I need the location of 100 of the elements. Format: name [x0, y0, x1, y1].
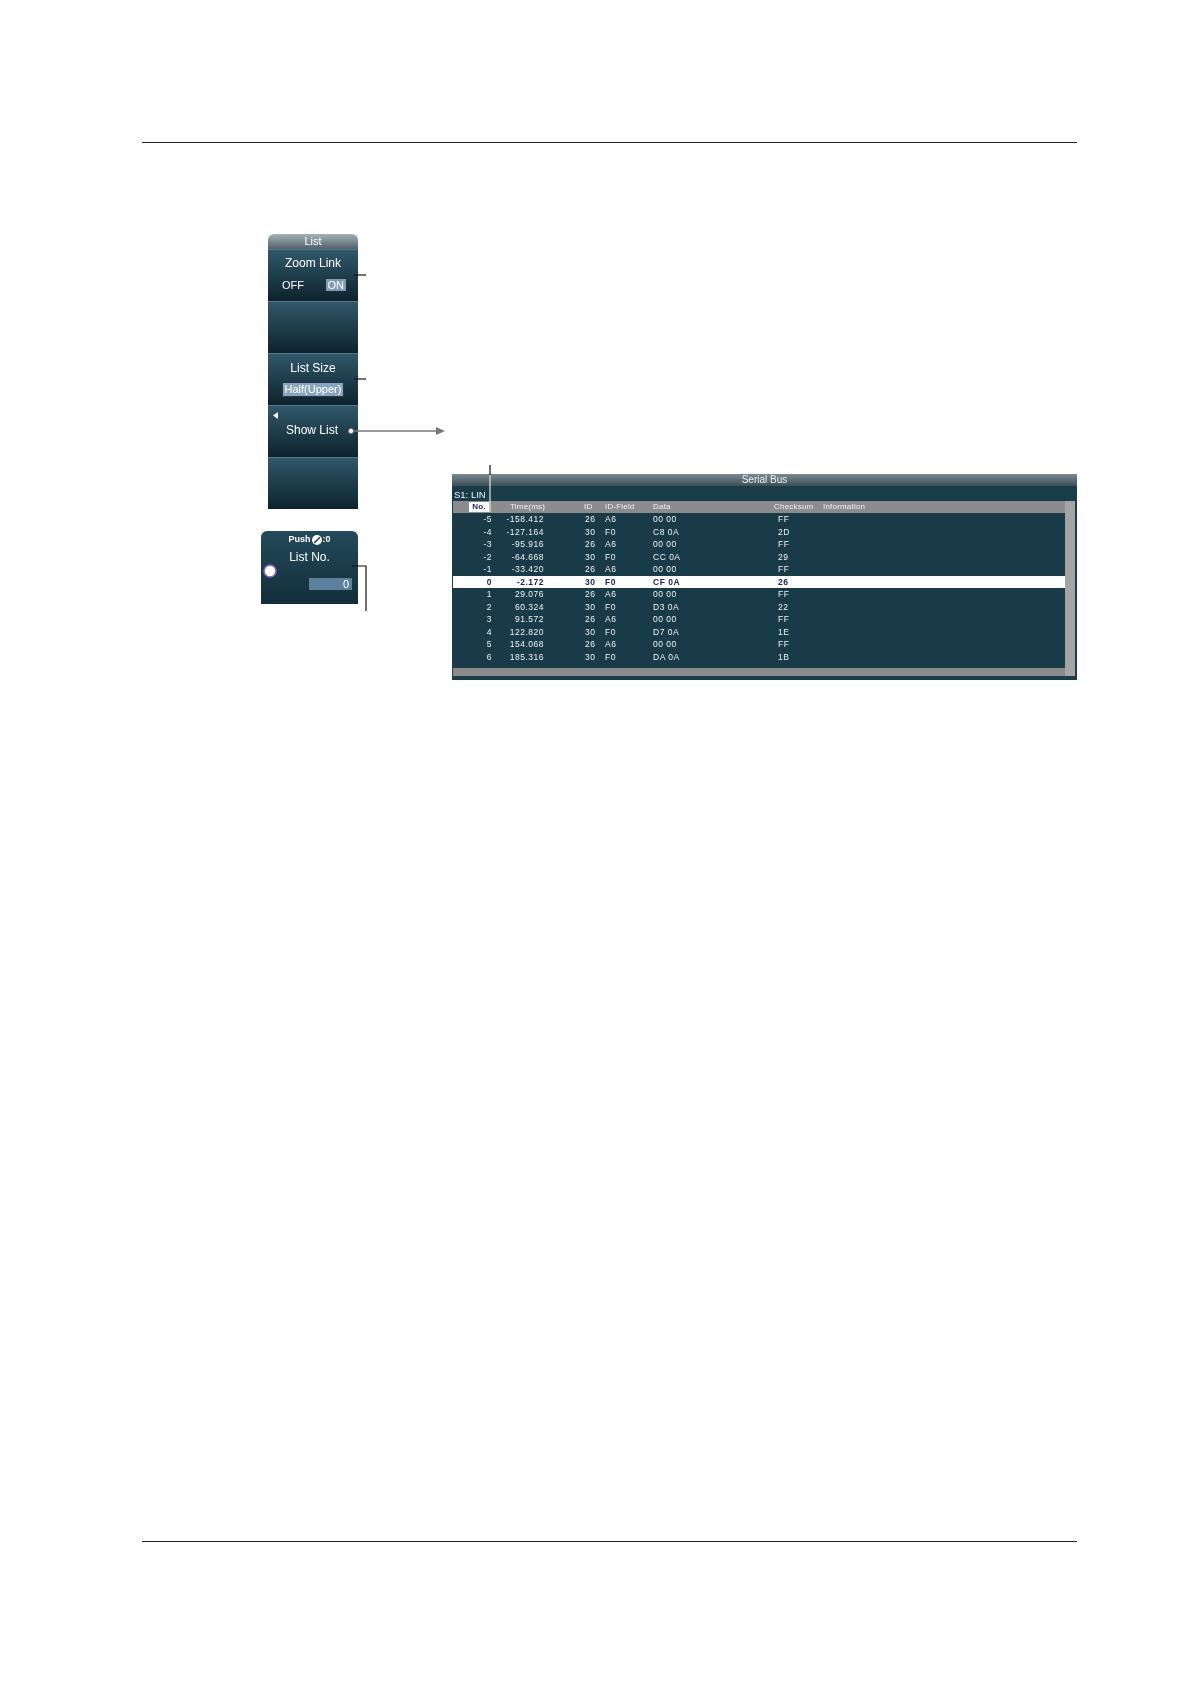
table-cell: -2	[483, 551, 492, 562]
menu-item[interactable]: Show List	[268, 405, 358, 457]
table-cell: F0	[605, 626, 616, 637]
table-row[interactable]: 2 60.324 30 F0 D3 0A 22	[453, 600, 1065, 613]
table-cell: 3	[486, 614, 492, 625]
table-cell: CF 0A	[653, 576, 681, 587]
source-label: S1: LIN	[454, 489, 486, 501]
table-cell: 00 00	[653, 589, 677, 600]
table-cell: FF	[778, 564, 790, 575]
table-cell: 00 00	[653, 564, 677, 575]
table-row[interactable]: 3 91.572 26 A6 00 00 FF	[453, 613, 1065, 626]
table-cell: 26	[585, 539, 596, 550]
table-cell: 26	[585, 589, 596, 600]
slashed-circle-icon	[311, 534, 322, 545]
table-cell: 30	[585, 526, 596, 537]
table-cell: FF	[778, 514, 790, 525]
table-cell: F0	[605, 526, 616, 537]
menu-value: Half(Upper)	[281, 382, 345, 397]
menu-label: Show List	[286, 423, 339, 437]
menu-item[interactable]: Zoom Link OFF ON	[268, 249, 358, 301]
table-cell: 29.076	[515, 589, 544, 600]
table-cell: DA 0A	[653, 651, 680, 662]
horizontal-scrollbar[interactable]	[453, 668, 1065, 676]
toggle-option[interactable]: OFF	[280, 279, 306, 291]
table-cell: 26	[585, 614, 596, 625]
knob-icon[interactable]	[263, 564, 277, 578]
table-cell: A6	[605, 639, 617, 650]
table-cell: -1	[483, 564, 492, 575]
table-cell: 5	[486, 639, 492, 650]
table-cell: 00 00	[653, 639, 677, 650]
table-cell: FF	[778, 614, 790, 625]
table-row[interactable]: -1 -33.420 26 A6 00 00 FF	[453, 563, 1065, 576]
table-cell: A6	[605, 614, 617, 625]
table-cell: 4	[486, 626, 492, 637]
table-cell: -127.164	[506, 526, 544, 537]
table-cell: -5	[483, 514, 492, 525]
table-cell: A6	[605, 514, 617, 525]
push-hint: Push	[288, 534, 311, 545]
table-cell: F0	[605, 601, 616, 612]
table-cell: 00 00	[653, 514, 677, 525]
table-cell: D7 0A	[653, 626, 680, 637]
push-value: :0	[322, 534, 331, 545]
leader-line	[489, 465, 491, 512]
table-cell: C8 0A	[653, 526, 680, 537]
menu-label: Zoom Link	[285, 256, 341, 270]
table-cell: -158.412	[506, 514, 544, 525]
table-row[interactable]: -3 -95.916 26 A6 00 00 FF	[453, 538, 1065, 551]
table-cell: 154.068	[509, 639, 544, 650]
leader-line	[352, 565, 368, 611]
table-cell: 22	[778, 601, 789, 612]
table-row[interactable]: 5 154.068 26 A6 00 00 FF	[453, 638, 1065, 651]
table-cell: A6	[605, 539, 617, 550]
table-cell: A6	[605, 564, 617, 575]
table-cell: 26	[585, 514, 596, 525]
table-cell: 2	[486, 601, 492, 612]
table-cell: 30	[585, 551, 596, 562]
table-cell: F0	[605, 551, 616, 562]
table-cell: 30	[585, 651, 596, 662]
table-row[interactable]: -5 -158.412 26 A6 00 00 FF	[453, 513, 1065, 526]
table-cell: 1B	[778, 651, 790, 662]
table-row[interactable]: 1 29.076 26 A6 00 00 FF	[453, 588, 1065, 601]
table-cell: A6	[605, 589, 617, 600]
table-row[interactable]: -2 -64.668 30 F0 CC 0A 29	[453, 550, 1065, 563]
vertical-scrollbar[interactable]	[1065, 501, 1075, 676]
table-row[interactable]: 6 185.316 30 F0 DA 0A 1B	[453, 650, 1065, 663]
table-cell: 30	[585, 576, 596, 587]
menu-title: List	[268, 234, 358, 249]
table-cell: FF	[778, 589, 790, 600]
table-cell: CC 0A	[653, 551, 681, 562]
table-cell: -4	[483, 526, 492, 537]
table-cell: 185.316	[509, 651, 544, 662]
table-cell: 00 00	[653, 539, 677, 550]
table-cell: 0	[486, 576, 492, 587]
triangle-left-icon	[273, 412, 278, 419]
table-cell: 2D	[778, 526, 790, 537]
menu-item[interactable]: List Size Half(Upper)	[268, 353, 358, 405]
table-cell: 91.572	[515, 614, 544, 625]
table-cell: 60.324	[515, 601, 544, 612]
table-cell: D3 0A	[653, 601, 680, 612]
table-row[interactable]: -4 -127.164 30 F0 C8 0A 2D	[453, 525, 1065, 538]
table-cell: FF	[778, 539, 790, 550]
table-cell: 1	[486, 589, 492, 600]
column-header[interactable]: No.	[469, 502, 489, 512]
table-cell: -33.420	[511, 564, 544, 575]
table-cell: 29	[778, 551, 789, 562]
window-title: Serial Bus	[452, 474, 1077, 486]
table-cell: -95.916	[511, 539, 544, 550]
table-cell: 6	[486, 651, 492, 662]
table-cell: 30	[585, 626, 596, 637]
leader-line	[354, 378, 366, 380]
table-cell: -2.172	[516, 576, 544, 587]
list-number-field[interactable]: 0	[309, 578, 352, 590]
table-row[interactable]: 0 -2.172 30 F0 CF 0A 26	[453, 575, 1065, 588]
table-cell: 26	[585, 639, 596, 650]
table-cell: 26	[585, 564, 596, 575]
table-cell: F0	[605, 576, 616, 587]
menu-label: List Size	[290, 361, 336, 375]
table-row[interactable]: 4 122.820 30 F0 D7 0A 1E	[453, 625, 1065, 638]
knob-label: List No.	[289, 550, 330, 564]
table-cell: FF	[778, 639, 790, 650]
